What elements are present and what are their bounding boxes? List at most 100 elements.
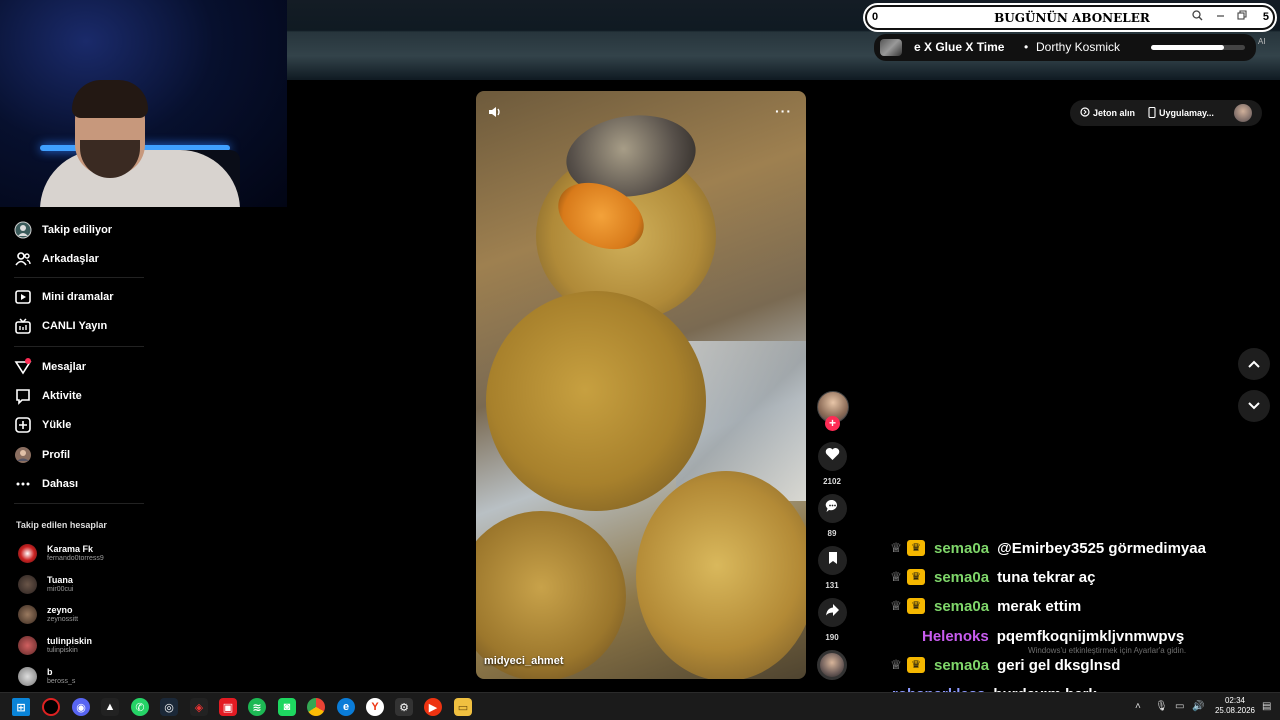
microphone-icon[interactable]: 🎙 [1155,701,1168,712]
sidebar-divider [14,503,144,504]
chat-message: ♕ ♛ sema0a merak ettim [888,595,1081,617]
sidebar-item-activity[interactable]: Aktivite [14,385,82,407]
video-player[interactable]: ··· midyeci_ahmet [476,91,806,679]
clock-time: 02:34 [1224,696,1246,705]
minimize-icon[interactable] [1216,10,1225,24]
like-button[interactable] [818,442,847,471]
live-icon [14,317,32,335]
video-owner-name[interactable]: midyeci_ahmet [484,655,563,667]
profile-icon [14,446,32,464]
chat-text: pqemfkoqnijmkljvnmwpvş [996,627,1185,645]
chat-username: sema0a [934,568,990,586]
share-arrow-icon [825,603,840,622]
sidebar-item-label: Mini dramalar [42,291,114,303]
network-icon[interactable]: ▭ [1175,701,1184,712]
previous-video-button[interactable] [1238,348,1270,380]
chat-message: ♕ ♛ sema0a tuna tekrar aç [888,566,1095,588]
account-username: mir00cui [47,586,74,593]
bookmark-icon [827,551,839,570]
file-explorer-icon[interactable]: ▭ [454,698,472,716]
restore-icon[interactable] [1237,10,1247,24]
steam-icon[interactable]: ◎ [160,698,178,716]
avatar [18,544,37,563]
youtube-icon[interactable]: ▶ [424,698,442,716]
yandex-icon[interactable]: Y [366,698,384,716]
game-app-icon[interactable]: ◙ [278,698,296,716]
sidebar-item-following[interactable]: Takip ediliyor [14,219,112,241]
share-button[interactable] [818,598,847,627]
music-disc-icon[interactable] [817,650,847,680]
sidebar-item-label: Mesajlar [42,361,87,373]
sidebar-divider [14,277,144,278]
get-coins-button[interactable]: Jeton alın [1080,107,1135,119]
volume-icon[interactable] [488,105,502,122]
chat-badges: ♕ ♛ [888,598,934,614]
comment-count: 89 [827,529,837,538]
chrome-icon[interactable] [307,698,325,716]
activity-icon [14,387,32,405]
red-app-icon[interactable]: ▣ [219,698,237,716]
shield-icon[interactable]: ◈ [190,698,208,716]
volume-tray-icon[interactable]: 🔊 [1192,701,1204,712]
ai-tag: AI [1258,37,1266,46]
friends-icon [14,250,32,268]
mini-drama-icon [14,288,32,306]
chat-badges: ♕ ♛ [888,540,934,556]
sidebar-item-live[interactable]: CANLI Yayın [14,315,107,337]
sidebar-item-profile[interactable]: Profil [14,444,70,466]
share-count: 190 [825,633,839,642]
opera-icon[interactable] [42,698,60,716]
comment-button[interactable] [818,494,847,523]
moderator-sword-icon: ♕ [890,540,902,555]
follow-plus-icon[interactable]: + [825,416,840,431]
settings-gear-icon[interactable]: ⚙ [395,698,413,716]
get-app-button[interactable]: Uygulamay... [1148,106,1214,120]
account-username: tulinpiskin [47,647,78,654]
sidebar-item-label: CANLI Yayın [42,320,108,332]
get-coins-label: Jeton alın [1093,108,1136,118]
sidebar-item-upload[interactable]: Yükle [14,414,71,436]
webcam-overlay [0,0,287,207]
get-app-label: Uygulamay... [1159,108,1214,118]
notification-icon[interactable]: ▤ [1262,701,1271,712]
video-frame-shape [486,291,706,511]
chat-text: tuna tekrar aç [997,568,1096,586]
chat-text: geri gel dksglnsd [997,656,1121,674]
discord-icon[interactable]: ◉ [72,698,90,716]
coin-icon [1080,107,1090,119]
sidebar-item-friends[interactable]: Arkadaşlar [14,248,99,270]
user-avatar[interactable] [1234,104,1252,122]
followed-account[interactable]: Tuana mir00cui [18,575,73,594]
video-frame-shape [636,471,806,679]
song-artist: Dorthy Kosmick [1036,40,1121,54]
tray-chevron-up-icon[interactable]: ˄ [1135,701,1141,712]
followed-account[interactable]: Karama Fk fernando0torress9 [18,544,104,563]
followed-account[interactable]: tulinpiskin tulinpiskin [18,636,92,655]
followed-account[interactable]: b beross_s [18,667,75,686]
avatar [18,575,37,594]
messages-icon [14,358,32,376]
more-options-icon[interactable]: ··· [775,103,792,119]
following-icon [14,221,32,239]
taskbar-clock[interactable]: 02:34 25.08.2026 [1212,696,1258,716]
followed-account[interactable]: zeyno zeynossitt [18,605,78,624]
sidebar-item-messages[interactable]: Mesajlar [14,356,86,378]
spotify-icon[interactable]: ≋ [248,698,266,716]
whatsapp-icon[interactable]: ✆ [131,698,149,716]
save-button[interactable] [818,546,847,575]
sidebar-item-more[interactable]: Dahası [14,473,78,495]
subscriber-bar-number: 5 [1262,11,1269,23]
chevron-down-icon [1248,397,1260,415]
header-actions: Jeton alın Uygulamay... [1070,100,1262,126]
sidebar-item-mini-dramas[interactable]: Mini dramalar [14,286,114,308]
crown-icon: ♛ [907,569,925,585]
save-count: 131 [825,581,839,590]
next-video-button[interactable] [1238,390,1270,422]
account-name: tulinpiskin [47,636,92,646]
windows-start-icon[interactable]: ⊞ [12,698,30,716]
app-icon[interactable]: ▲ [101,698,119,716]
edge-icon[interactable]: e [337,698,355,716]
chat-message: ♕ ♛ sema0a @Emirbey3525 görmedimyaa [888,537,1206,559]
sidebar-divider [14,346,144,347]
search-icon[interactable] [1192,10,1203,24]
